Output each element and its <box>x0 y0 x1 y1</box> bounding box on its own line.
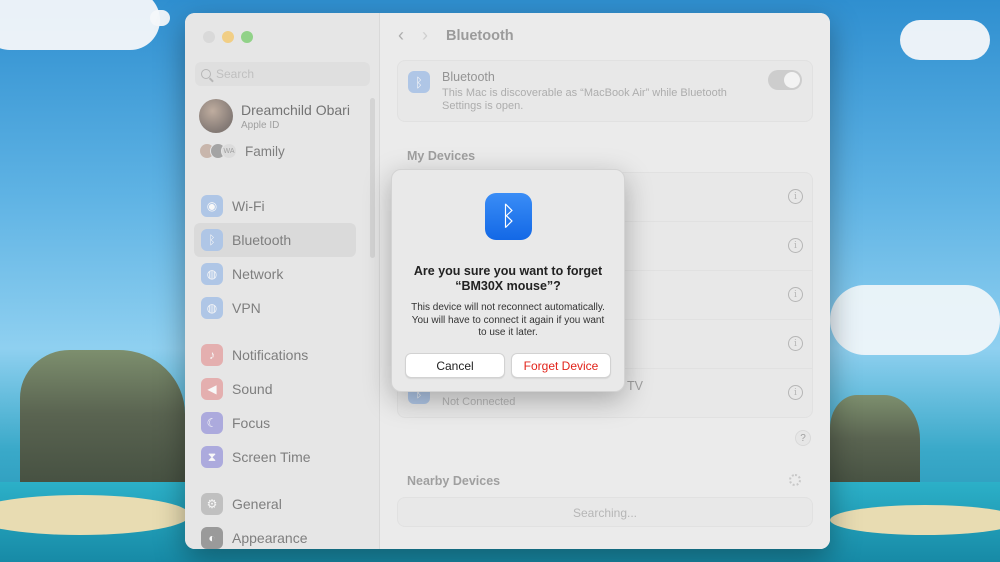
cancel-button[interactable]: Cancel <box>405 353 505 378</box>
cloud <box>150 10 170 26</box>
forget-device-dialog: ᛒ Are you sure you want to forget “BM30X… <box>391 169 625 392</box>
cloud <box>830 285 1000 355</box>
cloud <box>0 0 160 50</box>
cloud <box>900 20 990 60</box>
dialog-title: Are you sure you want to forget “BM30X m… <box>413 264 603 293</box>
dialog-message: This device will not reconnect automatic… <box>411 302 605 338</box>
bluetooth-icon: ᛒ <box>485 193 532 240</box>
forget-device-button[interactable]: Forget Device <box>511 353 611 378</box>
